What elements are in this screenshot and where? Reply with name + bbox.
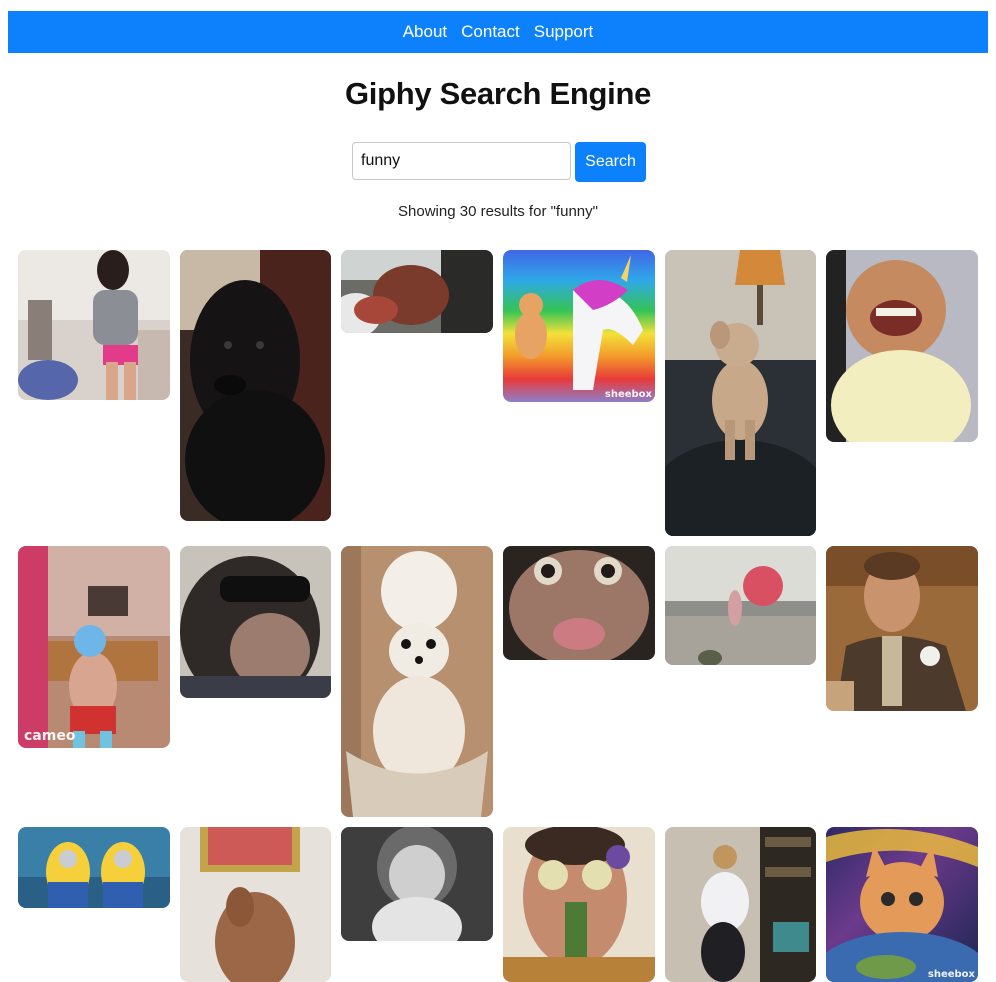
gif-cucumber-eyes[interactable] bbox=[503, 827, 655, 982]
gif-chimp-sunglasses[interactable] bbox=[180, 546, 331, 698]
gif-space-cat[interactable]: sheebox bbox=[826, 827, 978, 982]
gif-kid-with-ball[interactable] bbox=[665, 546, 816, 665]
gif-dicaprio-laughing[interactable] bbox=[826, 546, 978, 711]
gif-monkey-close-up[interactable] bbox=[503, 546, 655, 660]
gif-grid: sheebox cameo sheebox bbox=[0, 0, 996, 982]
gif-woman-dancing[interactable] bbox=[18, 250, 170, 400]
gif-minions[interactable] bbox=[18, 827, 170, 908]
gif-dog-car-window[interactable] bbox=[341, 250, 493, 333]
gif-woman-dancing-kitchen[interactable] bbox=[665, 827, 816, 982]
gif-laughing-kid[interactable] bbox=[826, 250, 978, 442]
gif-black-dog-staring[interactable] bbox=[180, 250, 331, 521]
gif-dog-jumping[interactable] bbox=[180, 827, 331, 982]
gif-luchador-dancing[interactable]: cameo bbox=[18, 546, 170, 748]
gif-cat-riding-unicorn[interactable]: sheebox bbox=[503, 250, 655, 402]
gif-poodle-on-couch[interactable] bbox=[665, 250, 816, 536]
gif-chihuahua-towel[interactable] bbox=[341, 546, 493, 817]
gif-shirley-laughing[interactable] bbox=[341, 827, 493, 941]
